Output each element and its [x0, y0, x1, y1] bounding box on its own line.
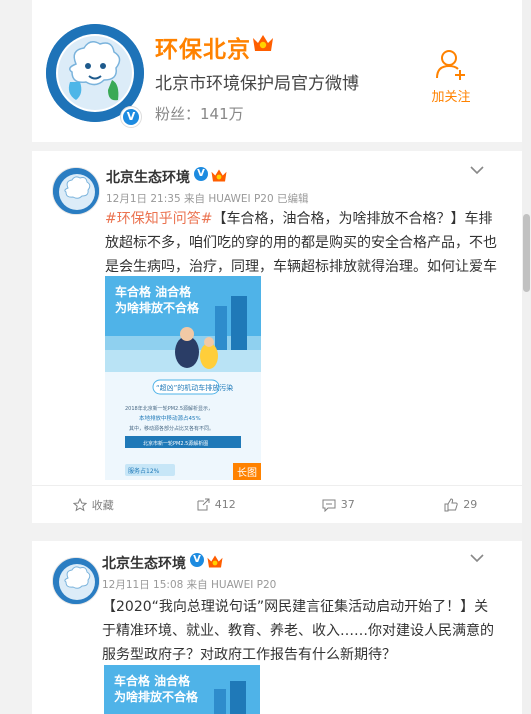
post-meta: 12月1日 21:35 来自 HUAWEI P20 已编辑: [106, 193, 309, 205]
chevron-down-icon[interactable]: [470, 551, 484, 567]
follow-button[interactable]: 加关注: [428, 48, 474, 105]
post-meta: 12月11日 15:08 来自 HUAWEI P20: [102, 579, 277, 591]
follow-label: 加关注: [431, 90, 471, 105]
post-actions: 收藏 412 37 29: [32, 485, 522, 523]
comment-button[interactable]: 37: [277, 486, 400, 523]
post-image[interactable]: 车合格 油合格 为啥排放不合格 “超凶”的机动车排放污染 2018年北京新一轮P…: [105, 276, 261, 480]
fans-number: 141万: [200, 105, 244, 123]
image-headline-1: 车合格 油合格: [114, 673, 191, 688]
image-bar-label: 北京市新一轮PM2.5源解析图: [143, 440, 208, 447]
page-scrollbar[interactable]: [522, 0, 531, 714]
member-crown-icon[interactable]: [252, 33, 274, 53]
fans-label: 粉丝：: [155, 105, 201, 123]
comment-icon: [322, 499, 336, 512]
image-line-2: 本地排放中移动源占45%: [139, 414, 201, 422]
scrollbar-thumb[interactable]: [523, 214, 530, 292]
like-count: 29: [463, 498, 478, 511]
star-icon: [72, 497, 87, 511]
post-image[interactable]: 车合格 油合格 为啥排放不合格: [104, 665, 260, 714]
verified-v-icon: V: [190, 553, 204, 567]
post-card: 北京生态环境 V 12月1日 21:35 来自 HUAWEI P20 已编辑 #…: [32, 151, 522, 523]
post-avatar[interactable]: [52, 557, 100, 605]
verified-v-icon: V: [194, 167, 208, 181]
image-headline-2: 为啥排放不合格: [114, 689, 199, 704]
member-crown-icon[interactable]: [206, 554, 224, 569]
favorite-label: 收藏: [91, 498, 114, 512]
repost-count: 412: [214, 498, 236, 511]
image-line-3: 其中，移动源各部分占比又各有不同。: [129, 425, 214, 432]
chevron-down-icon[interactable]: [470, 163, 484, 179]
like-button[interactable]: 29: [400, 486, 523, 523]
thumbs-up-icon: [444, 497, 458, 511]
post-card: 北京生态环境 V 12月11日 15:08 来自 HUAWEI P20 【202…: [32, 541, 522, 714]
verified-v-icon: V: [123, 109, 139, 125]
long-image-badge: 长图: [233, 463, 261, 480]
fans-count[interactable]: 粉丝：141万: [155, 103, 244, 124]
comment-count: 37: [340, 498, 355, 511]
favorite-button[interactable]: 收藏: [32, 486, 155, 523]
account-name[interactable]: 环保北京: [155, 30, 251, 64]
post-avatar[interactable]: [52, 167, 100, 215]
account-description: 北京市环境保护局官方微博: [155, 74, 359, 94]
verified-badge: V: [120, 106, 142, 128]
repost-button[interactable]: 412: [155, 486, 278, 523]
add-follow-icon: [436, 50, 465, 80]
post-author[interactable]: 北京生态环境: [106, 167, 190, 187]
image-headline-1: 车合格 油合格: [115, 284, 192, 299]
post-author[interactable]: 北京生态环境: [102, 553, 186, 573]
topic-tag[interactable]: #环保知乎问答#: [105, 211, 212, 227]
member-crown-icon[interactable]: [210, 168, 228, 183]
image-line-1: 2018年北京新一轮PM2.5源解析显示，: [125, 405, 213, 412]
image-stat: 服务占12%: [128, 467, 160, 475]
image-section-title: “超凶”的机动车排放污染: [156, 383, 233, 392]
repost-icon: [197, 498, 210, 510]
profile-header: V 环保北京 北京市环境保护局官方微博 粉丝：141万 加关注: [32, 0, 522, 142]
image-headline-2: 为啥排放不合格: [115, 300, 200, 315]
post-text: 【2020“我向总理说句话”网民建言征集活动启动开始了！】关于精准环境、就业、教…: [102, 599, 494, 663]
